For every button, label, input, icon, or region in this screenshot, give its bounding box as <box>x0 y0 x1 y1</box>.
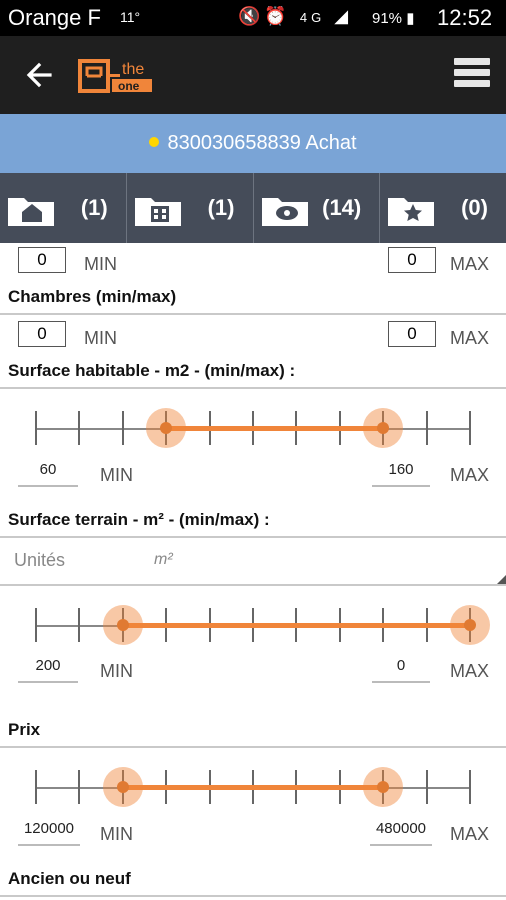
partial-minmax-row: 0 MIN 0 MAX <box>0 247 506 283</box>
folder-tabs: (1) (1) (14) (0) <box>0 173 506 243</box>
tab-folder-house[interactable]: (1) <box>0 173 127 243</box>
app-bar: the one <box>0 36 506 114</box>
slider-tick <box>35 411 37 445</box>
slider-range-fill <box>122 623 470 628</box>
min-label: MIN <box>100 661 133 681</box>
tab-count: (0) <box>461 195 488 220</box>
max-label: MAX <box>450 328 490 348</box>
surface-habitable-title: Surface habitable - m2 - (min/max) : <box>8 361 296 380</box>
surface-terrain-title: Surface terrain - m² - (min/max) : <box>8 510 270 529</box>
status-bar: Orange F 11° 🔇⏰ 4G ◢ 91% ▮ 12:52 <box>0 0 506 36</box>
divider <box>0 584 506 586</box>
tab-count: (1) <box>80 195 108 220</box>
max-label: MAX <box>450 661 490 681</box>
svg-text:one: one <box>118 79 140 93</box>
min-input[interactable]: 0 <box>18 247 66 273</box>
slider-tick <box>78 411 81 445</box>
prix-slider[interactable] <box>0 750 506 810</box>
folder-building-icon <box>134 198 181 226</box>
surface-terrain-slider[interactable] <box>0 588 506 648</box>
max-label: MAX <box>450 254 490 274</box>
mute-icon: 🔇 <box>238 6 265 26</box>
surface-habitable-max-value[interactable]: 160 <box>372 459 430 487</box>
max-input[interactable]: 0 <box>388 247 436 273</box>
svg-text:the: the <box>122 61 144 78</box>
ancien-neuf-title: Ancien ou neuf <box>8 869 131 888</box>
folder-star-icon <box>388 198 435 226</box>
network-type: 4G <box>299 10 326 25</box>
slider-range-fill <box>166 426 384 431</box>
slider-min-handle[interactable] <box>102 767 143 807</box>
clock: 12:52 <box>437 5 493 30</box>
slider-tick <box>469 411 471 445</box>
chambres-title: Chambres (min/max) <box>8 287 177 306</box>
arrow-left-icon[interactable] <box>22 58 56 92</box>
slider-max-handle[interactable] <box>363 408 404 448</box>
battery-percent: 91% <box>372 10 403 27</box>
min-label: MIN <box>100 824 133 844</box>
carrier-name: Orange F <box>8 5 101 30</box>
tab-folder-eye[interactable]: (14) <box>254 173 381 243</box>
units-value: m² <box>154 551 173 568</box>
hamburger-icon[interactable] <box>454 58 490 92</box>
units-selector[interactable]: Unités m² <box>0 538 506 584</box>
temperature: 11° <box>120 9 141 25</box>
prix-title: Prix <box>8 720 41 739</box>
chambres-min-input[interactable]: 0 <box>18 321 66 347</box>
tab-folder-building[interactable]: (1) <box>127 173 254 243</box>
surface-habitable-min-value[interactable]: 60 <box>18 459 78 487</box>
slider-tick <box>121 411 124 445</box>
tab-count: (1) <box>207 195 235 220</box>
slider-tick <box>469 770 471 804</box>
banner-text: 830030658839 Achat <box>167 132 357 154</box>
max-label: MAX <box>450 465 490 485</box>
slider-max-handle[interactable] <box>363 767 404 807</box>
divider <box>0 313 506 315</box>
chambres-max-input[interactable]: 0 <box>388 321 436 347</box>
folder-house-icon <box>8 198 54 226</box>
slider-tick <box>425 770 428 804</box>
slider-tick <box>78 770 81 804</box>
signal-icon: ◢ <box>334 6 353 26</box>
slider-max-handle[interactable] <box>450 605 490 645</box>
min-label: MIN <box>84 254 117 274</box>
divider <box>0 746 506 748</box>
property-banner: 830030658839 Achat <box>0 114 506 173</box>
tab-count: (14) <box>322 195 362 220</box>
status-icons: 🔇⏰ 4G ◢ <box>238 6 352 27</box>
surface-terrain-max-value[interactable]: 0 <box>372 655 430 683</box>
units-label: Unités <box>14 550 66 570</box>
folder-eye-icon <box>261 198 308 226</box>
filter-form[interactable]: 0 MIN 0 MAX Chambres (min/max) 0 MIN 0 M… <box>0 243 506 900</box>
slider-min-handle[interactable] <box>146 408 187 448</box>
slider-min-handle[interactable] <box>102 605 143 645</box>
slider-tick <box>78 608 81 642</box>
slider-tick <box>35 608 37 642</box>
brand-logo: the one <box>78 58 156 94</box>
slider-tick <box>425 411 428 445</box>
slider-tick <box>35 770 37 804</box>
tab-folder-star[interactable]: (0) <box>380 173 506 243</box>
battery-level: 91% ▮ <box>372 9 414 27</box>
max-label: MAX <box>450 824 490 844</box>
divider <box>0 387 506 389</box>
surface-terrain-min-value[interactable]: 200 <box>18 655 78 683</box>
divider <box>0 895 506 897</box>
min-label: MIN <box>84 328 117 348</box>
chambres-row: 0 MIN 0 MAX <box>0 321 506 357</box>
status-dot <box>149 136 160 147</box>
prix-min-value[interactable]: 120000 <box>18 818 80 846</box>
alarm-icon: ⏰ <box>264 6 291 26</box>
battery-icon: ▮ <box>406 10 415 27</box>
prix-max-value[interactable]: 480000 <box>370 818 432 846</box>
slider-range-fill <box>122 785 384 790</box>
dropdown-corner-icon <box>497 575 506 584</box>
min-label: MIN <box>100 465 133 485</box>
surface-habitable-slider[interactable] <box>0 391 506 451</box>
